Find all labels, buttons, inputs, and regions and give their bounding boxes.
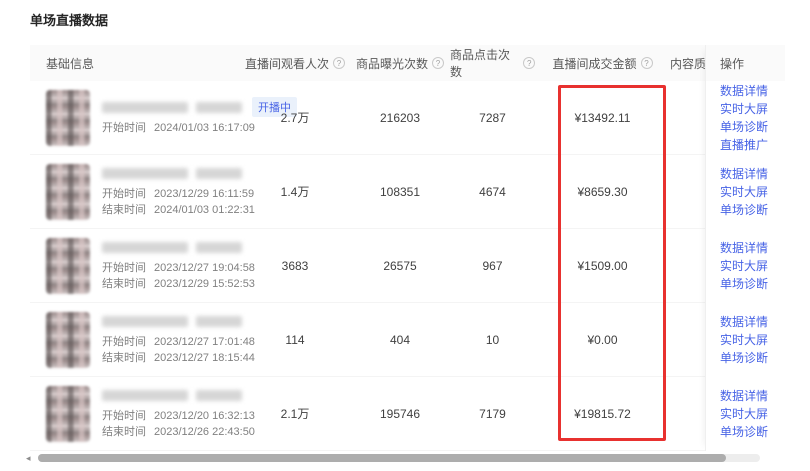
viewers-value: 114 bbox=[240, 333, 350, 347]
info-icon[interactable]: ? bbox=[641, 57, 653, 69]
header-basic-info: 基础信息 bbox=[30, 55, 240, 72]
gmv-value: ¥1509.00 bbox=[535, 259, 670, 273]
stream-basic-info: 开始时间2023/12/27 19:04:58 结束时间2023/12/29 1… bbox=[30, 238, 240, 294]
realtime-screen-link[interactable]: 实时大屏 bbox=[720, 257, 785, 275]
page-title: 单场直播数据 bbox=[30, 10, 108, 29]
table-row: 开始时间2023/12/20 16:32:13 结束时间2023/12/26 2… bbox=[30, 377, 785, 451]
scrollbar-track[interactable] bbox=[38, 454, 760, 462]
stream-thumbnail-blurred bbox=[46, 164, 90, 220]
header-viewers: 直播间观看人次? bbox=[240, 55, 350, 72]
stream-title-blurred bbox=[196, 390, 242, 401]
session-diagnosis-link[interactable]: 单场诊断 bbox=[720, 275, 785, 293]
data-detail-link[interactable]: 数据详情 bbox=[720, 165, 785, 183]
start-time: 开始时间2023/12/27 17:01:48 bbox=[102, 334, 255, 350]
header-clicks: 商品点击次数? bbox=[450, 46, 535, 80]
realtime-screen-link[interactable]: 实时大屏 bbox=[720, 100, 785, 118]
stream-thumbnail-blurred bbox=[46, 312, 90, 368]
start-time: 开始时间2023/12/27 19:04:58 bbox=[102, 260, 255, 276]
stream-basic-info: 开始时间2023/12/29 16:11:59 结束时间2024/01/03 0… bbox=[30, 164, 240, 220]
gmv-value: ¥0.00 bbox=[535, 333, 670, 347]
exposures-value: 195746 bbox=[350, 407, 450, 421]
gmv-value: ¥19815.72 bbox=[535, 407, 670, 421]
gmv-value: ¥13492.11 bbox=[535, 111, 670, 125]
exposures-value: 26575 bbox=[350, 259, 450, 273]
row-actions: 数据详情 实时大屏 单场诊断 直播推广 bbox=[706, 81, 785, 155]
realtime-screen-link[interactable]: 实时大屏 bbox=[720, 331, 785, 349]
header-exposures: 商品曝光次数? bbox=[350, 55, 450, 72]
exposures-value: 216203 bbox=[350, 111, 450, 125]
stream-title-blurred bbox=[196, 102, 242, 113]
header-gmv: 直播间成交金额? bbox=[535, 55, 670, 72]
actions-column: 操作 数据详情 实时大屏 单场诊断 直播推广 数据详情 实时大屏 单场诊断 数据… bbox=[705, 45, 785, 451]
row-actions: 数据详情 实时大屏 单场诊断 bbox=[706, 303, 785, 377]
live-data-table: 基础信息 直播间观看人次? 商品曝光次数? 商品点击次数? 直播间成交金额? 内… bbox=[30, 45, 785, 451]
session-diagnosis-link[interactable]: 单场诊断 bbox=[720, 423, 785, 441]
viewers-value: 3683 bbox=[240, 259, 350, 273]
info-icon[interactable]: ? bbox=[333, 57, 345, 69]
start-time: 开始时间2023/12/20 16:32:13 bbox=[102, 408, 255, 424]
stream-thumbnail-blurred bbox=[46, 238, 90, 294]
table-header-row: 基础信息 直播间观看人次? 商品曝光次数? 商品点击次数? 直播间成交金额? 内… bbox=[30, 45, 785, 81]
stream-title-blurred bbox=[102, 102, 188, 113]
clicks-value: 967 bbox=[450, 259, 535, 273]
info-icon[interactable]: ? bbox=[523, 57, 535, 69]
session-diagnosis-link[interactable]: 单场诊断 bbox=[720, 201, 785, 219]
data-detail-link[interactable]: 数据详情 bbox=[720, 82, 785, 100]
stream-thumbnail-blurred bbox=[46, 90, 90, 146]
stream-title-blurred bbox=[102, 168, 188, 179]
row-actions: 数据详情 实时大屏 单场诊断 bbox=[706, 155, 785, 229]
realtime-screen-link[interactable]: 实时大屏 bbox=[720, 405, 785, 423]
stream-basic-info: 开始时间2023/12/27 17:01:48 结束时间2023/12/27 1… bbox=[30, 312, 240, 368]
scroll-left-arrow-icon[interactable]: ◂ bbox=[26, 453, 38, 463]
exposures-value: 404 bbox=[350, 333, 450, 347]
stream-title-blurred bbox=[196, 242, 242, 253]
stream-basic-info: 开始时间2023/12/20 16:32:13 结束时间2023/12/26 2… bbox=[30, 386, 240, 442]
start-time: 开始时间2023/12/29 16:11:59 bbox=[102, 186, 255, 202]
live-data-page: 单场直播数据 基础信息 直播间观看人次? 商品曝光次数? 商品点击次数? 直播间… bbox=[0, 0, 810, 471]
end-time: 结束时间2024/01/03 01:22:31 bbox=[102, 202, 255, 218]
data-detail-link[interactable]: 数据详情 bbox=[720, 313, 785, 331]
stream-title-blurred bbox=[102, 242, 188, 253]
data-detail-link[interactable]: 数据详情 bbox=[720, 239, 785, 257]
clicks-value: 4674 bbox=[450, 185, 535, 199]
row-actions: 数据详情 实时大屏 单场诊断 bbox=[706, 229, 785, 303]
stream-title-blurred bbox=[102, 390, 188, 401]
stream-title-blurred bbox=[196, 168, 242, 179]
viewers-value: 1.4万 bbox=[240, 183, 350, 200]
info-icon[interactable]: ? bbox=[432, 57, 444, 69]
stream-title-blurred bbox=[196, 316, 242, 327]
stream-thumbnail-blurred bbox=[46, 386, 90, 442]
header-actions: 操作 bbox=[706, 45, 785, 81]
table-row: 开始时间2023/12/27 17:01:48 结束时间2023/12/27 1… bbox=[30, 303, 785, 377]
stream-title-blurred bbox=[102, 316, 188, 327]
clicks-value: 7179 bbox=[450, 407, 535, 421]
end-time: 结束时间2023/12/29 15:52:53 bbox=[102, 276, 255, 292]
exposures-value: 108351 bbox=[350, 185, 450, 199]
gmv-value: ¥8659.30 bbox=[535, 185, 670, 199]
viewers-value: 2.7万 bbox=[240, 109, 350, 126]
clicks-value: 7287 bbox=[450, 111, 535, 125]
row-actions: 数据详情 实时大屏 单场诊断 bbox=[706, 377, 785, 451]
session-diagnosis-link[interactable]: 单场诊断 bbox=[720, 118, 785, 136]
session-diagnosis-link[interactable]: 单场诊断 bbox=[720, 349, 785, 367]
clicks-value: 10 bbox=[450, 333, 535, 347]
scrollbar-thumb[interactable] bbox=[38, 454, 726, 462]
table-row: 开始时间2023/12/27 19:04:58 结束时间2023/12/29 1… bbox=[30, 229, 785, 303]
stream-basic-info: 开播中 开始时间2024/01/03 16:17:09 bbox=[30, 90, 240, 146]
end-time: 结束时间2023/12/26 22:43:50 bbox=[102, 424, 255, 440]
data-detail-link[interactable]: 数据详情 bbox=[720, 387, 785, 405]
live-promotion-link[interactable]: 直播推广 bbox=[720, 136, 785, 154]
table-row: 开播中 开始时间2024/01/03 16:17:09 2.7万 216203 … bbox=[30, 81, 785, 155]
table-row: 开始时间2023/12/29 16:11:59 结束时间2024/01/03 0… bbox=[30, 155, 785, 229]
viewers-value: 2.1万 bbox=[240, 405, 350, 422]
horizontal-scrollbar[interactable]: ◂ bbox=[26, 453, 766, 463]
table-body: 开播中 开始时间2024/01/03 16:17:09 2.7万 216203 … bbox=[30, 81, 785, 451]
realtime-screen-link[interactable]: 实时大屏 bbox=[720, 183, 785, 201]
end-time: 结束时间2023/12/27 18:15:44 bbox=[102, 350, 255, 366]
